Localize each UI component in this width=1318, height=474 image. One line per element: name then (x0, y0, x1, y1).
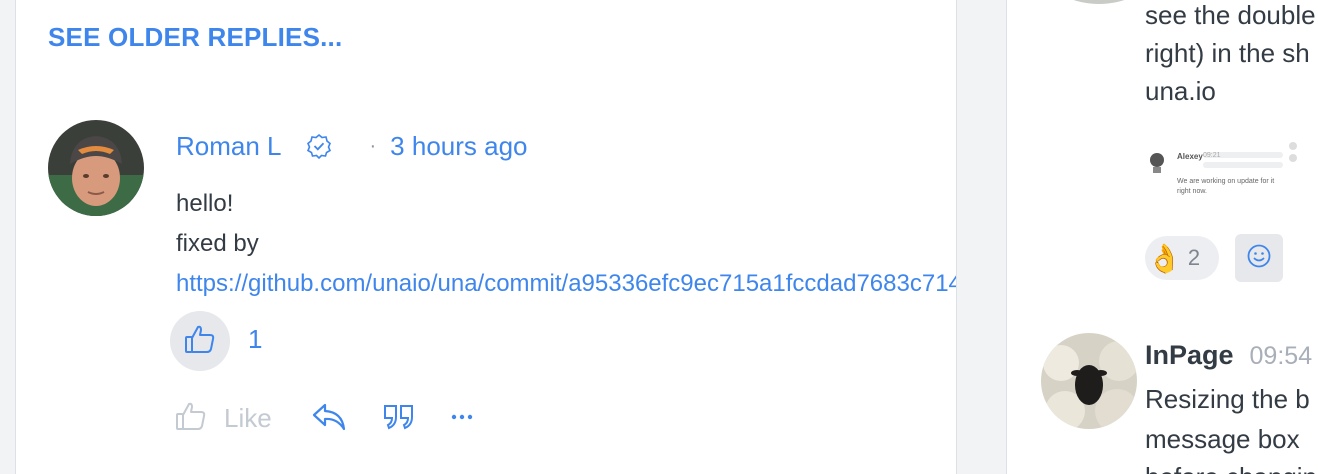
smiley-icon (1246, 243, 1272, 274)
more-options-button[interactable] (450, 409, 474, 427)
quote-icon (382, 399, 416, 438)
message-text-line: right) in the sh (1145, 38, 1310, 68)
like-reaction-button[interactable] (170, 311, 230, 371)
reply-button[interactable] (310, 399, 348, 438)
like-action-button[interactable]: Like (174, 399, 272, 438)
see-older-replies-link[interactable]: SEE OLDER REPLIES... (48, 22, 342, 53)
ellipsis-icon (450, 409, 474, 427)
comment-body: hello! fixed by https://github.com/unaio… (176, 184, 956, 304)
comment-card: SEE OLDER REPLIES... Roman L · 3 hours a… (15, 0, 957, 474)
thumbnail-message: right now. (1177, 188, 1207, 195)
message-text-line: before changin (1145, 462, 1317, 474)
like-label: Like (224, 402, 272, 433)
verified-badge-icon (306, 133, 332, 159)
thumbnail-message: We are working on update for it (1177, 178, 1275, 185)
inpage-timestamp: 09:54 (1249, 342, 1313, 370)
thumbnail-author: Alexey (1177, 152, 1203, 161)
ok-hand-emoji-icon: 👌 (1147, 242, 1182, 274)
like-reaction-count[interactable]: 1 (248, 324, 262, 355)
ok-hand-reaction-count: 2 (1187, 245, 1201, 270)
message-text-line: Resizing the b (1145, 384, 1310, 414)
comment-body-line: fixed by (176, 230, 259, 257)
quote-button[interactable] (382, 399, 416, 438)
comment-timestamp[interactable]: 3 hours ago (390, 131, 527, 162)
ok-hand-reaction-button[interactable]: 👌 2 (1145, 236, 1219, 280)
message-text-line: see the double (1145, 0, 1316, 30)
reply-arrow-icon (310, 399, 348, 438)
comment-actions: Like (174, 396, 474, 440)
commit-link[interactable]: https://github.com/unaio/una/commit/a953… (176, 270, 956, 297)
comment-body-line: hello! (176, 190, 234, 217)
previous-avatar[interactable] (1053, 0, 1145, 4)
message-text-line: message box (1145, 424, 1300, 454)
thumbnail-time: 09:21 (1203, 152, 1221, 159)
thumbs-up-outline-icon (174, 399, 208, 438)
author-name[interactable]: Roman L (176, 131, 282, 162)
inpage-avatar[interactable] (1041, 333, 1137, 429)
inpage-author-name[interactable]: InPage (1145, 340, 1234, 371)
message-text-line: una.io (1145, 76, 1216, 106)
thumbs-up-icon (183, 322, 217, 361)
attachment-thumbnail[interactable]: Alexey 09:21 We are working on update fo… (1145, 138, 1297, 208)
meta-separator: · (369, 134, 377, 157)
add-reaction-button[interactable] (1235, 234, 1283, 282)
author-avatar[interactable] (48, 120, 144, 216)
side-conversation: see the double right) in the sh una.io A… (1006, 0, 1318, 474)
